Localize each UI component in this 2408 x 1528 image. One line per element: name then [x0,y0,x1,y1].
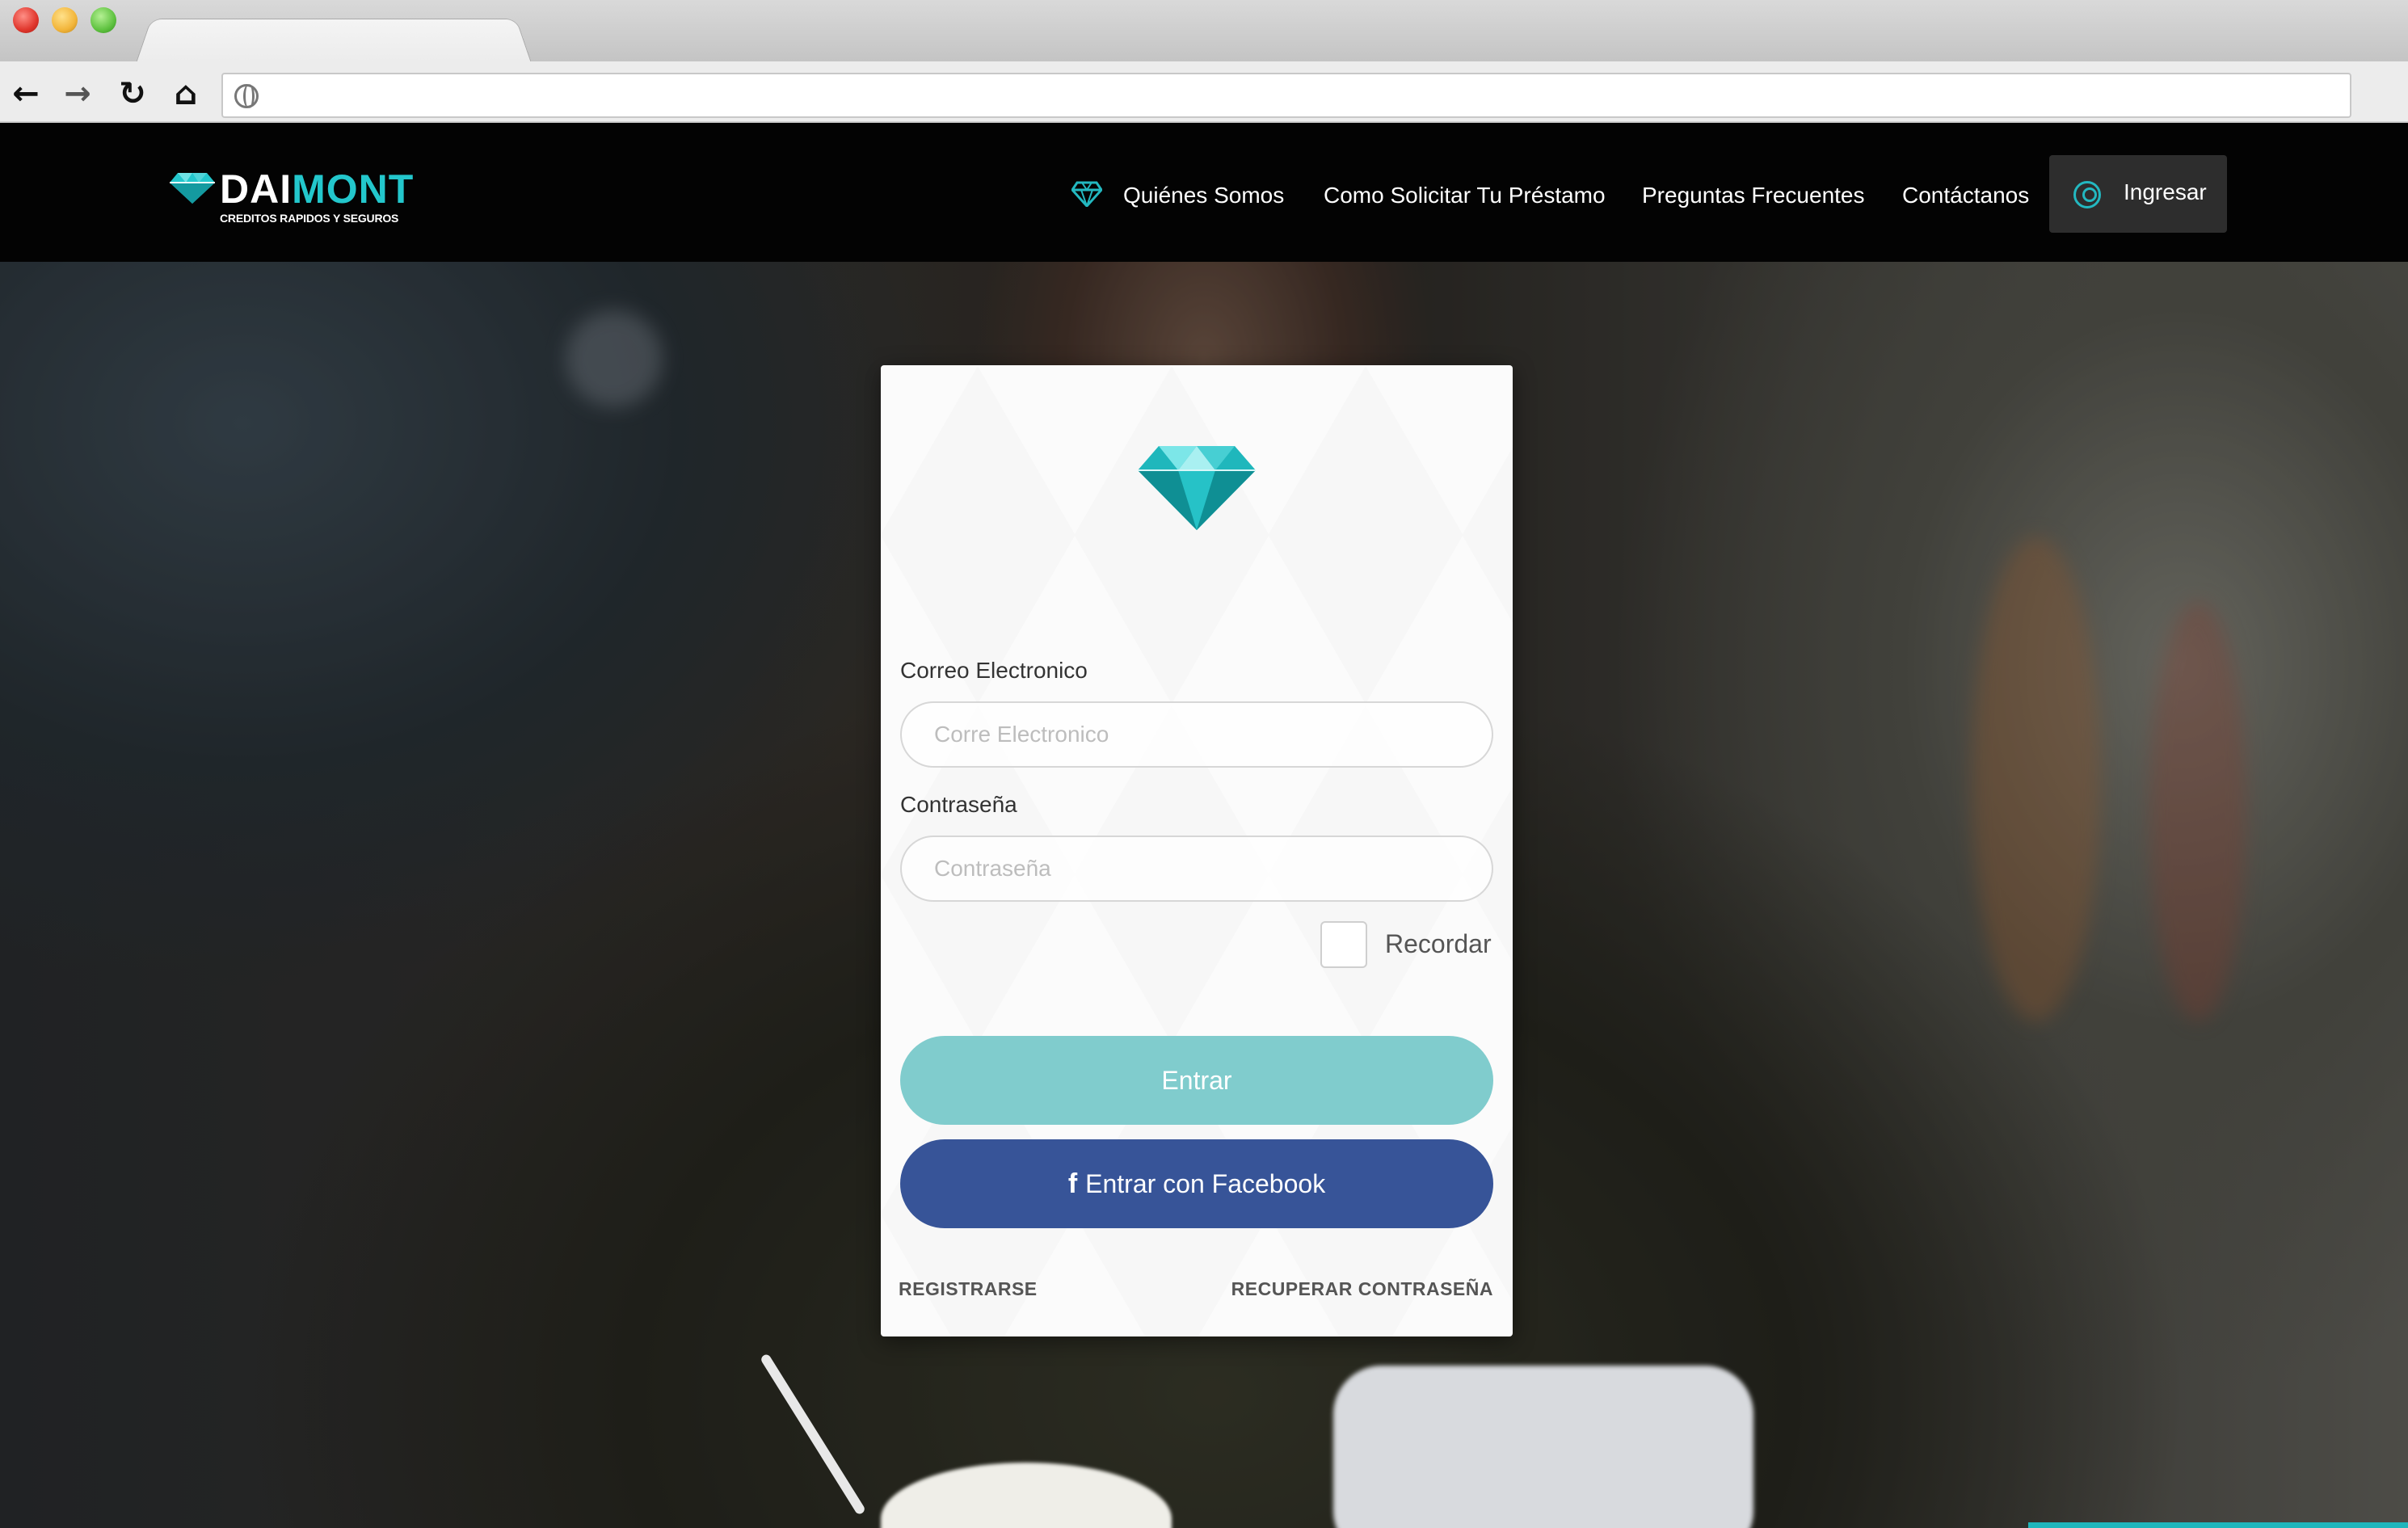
globe-icon [234,84,259,108]
bottom-accent-bar [2028,1522,2408,1528]
home-icon[interactable]: ⌂ [170,78,202,110]
browser-tab[interactable] [136,19,532,63]
entrar-button[interactable]: Entrar [900,1036,1493,1125]
maximize-window-button[interactable] [91,7,116,33]
login-card: Correo Electronico Contraseña Recordar E… [881,365,1513,1336]
remember-checkbox[interactable] [1320,921,1367,968]
user-icon [2073,181,2101,208]
browser-titlebar [0,0,2408,63]
ingresar-button[interactable]: Ingresar [2049,155,2227,233]
recover-password-link[interactable]: RECUPERAR CONTRASEÑA [1231,1278,1493,1300]
nav-contactanos[interactable]: Contáctanos [1902,181,2029,210]
reload-icon[interactable]: ↻ [116,78,149,110]
nav-preguntas-frecuentes[interactable]: Preguntas Frecuentes [1642,181,1865,210]
password-label: Contraseña [900,792,1017,817]
facebook-login-button[interactable]: f Entrar con Facebook [900,1139,1493,1228]
password-field[interactable] [900,836,1493,902]
facebook-login-label: Entrar con Facebook [1085,1169,1326,1198]
diamond-icon [1071,181,1102,207]
nav-como-solicitar[interactable]: Como Solicitar Tu Préstamo [1324,181,1606,210]
ingresar-label: Ingresar [2124,179,2207,204]
diamond-logo-icon [170,173,215,204]
site-logo[interactable]: DAIMONT CREDITOS RAPIDOS Y SEGUROS [170,166,444,231]
facebook-icon: f [1067,1168,1078,1199]
register-link[interactable]: REGISTRARSE [899,1278,1038,1300]
nav-quienes-somos[interactable]: Quiénes Somos [1123,181,1284,210]
minimize-window-button[interactable] [52,7,78,33]
email-label: Correo Electronico [900,658,1088,683]
address-bar[interactable] [221,73,2351,118]
logo-tagline: CREDITOS RAPIDOS Y SEGUROS [220,212,399,225]
forward-arrow-icon[interactable]: → [61,78,94,110]
entrar-label: Entrar [1161,1066,1232,1095]
remember-label[interactable]: Recordar [1385,929,1492,959]
back-arrow-icon[interactable]: ← [10,78,42,110]
diamond-icon [1138,446,1256,530]
logo-wordmark: DAIMONT [220,166,415,212]
close-window-button[interactable] [13,7,39,33]
phone-decoration [1333,1366,1753,1528]
email-field[interactable] [900,701,1493,768]
site-header: DAIMONT CREDITOS RAPIDOS Y SEGUROS Quién… [0,123,2408,262]
